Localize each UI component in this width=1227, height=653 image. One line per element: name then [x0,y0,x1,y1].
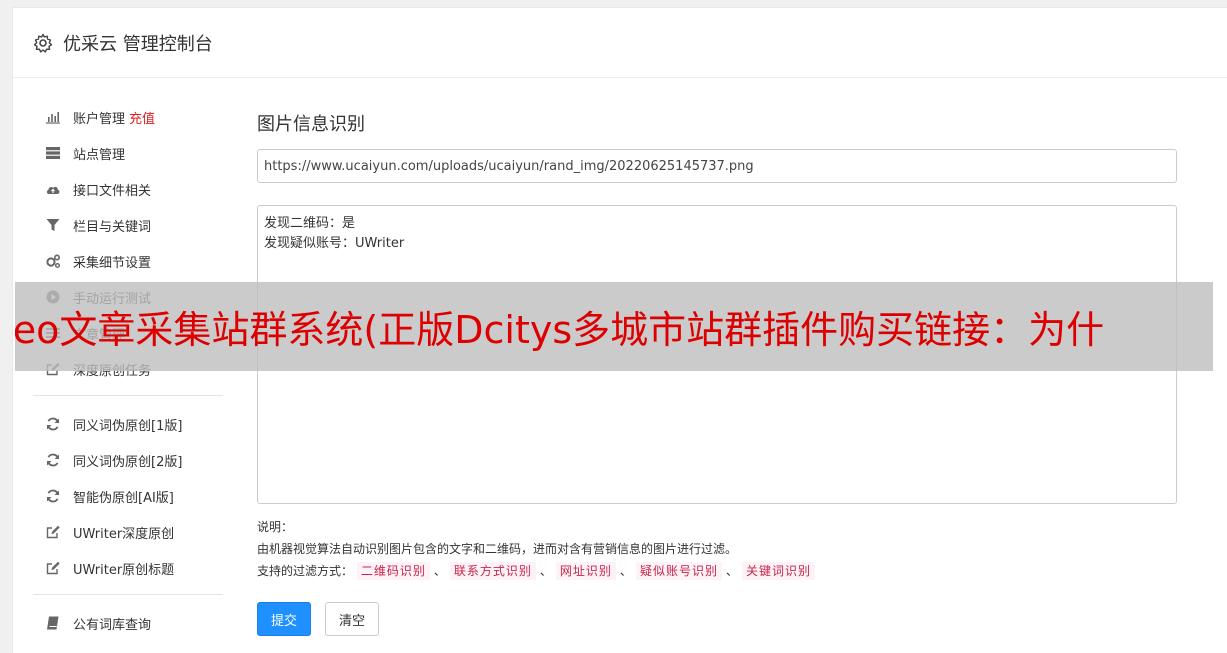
sidebar-item-ai-group2-2[interactable]: 智能伪原创[AI版] [13,478,235,514]
sidebar-item-1-group2-0[interactable]: 同义词伪原创[1版] [13,406,235,442]
sidebar-divider [33,594,223,595]
sidebar-item-label: 接口文件相关 [73,183,152,199]
button-row: 提交 清空 [257,602,1177,636]
book-icon [44,614,62,632]
watermark-text: seo文章采集站群系统(正版Dcitys多城市站群插件购买链接：为什 [15,308,1105,352]
submit-button[interactable]: 提交 [257,602,311,636]
filter-tag: 二维码识别 [356,562,430,580]
sidebar-group-rewrite: 同义词伪原创[1版] 同义词伪原创[2版] 智能伪原创[AI版] UWriter深度原… [13,406,235,586]
sidebar-item-uwriter-group2-3[interactable]: UWriter深度原创 [13,514,235,550]
watermark-banner: seo文章采集站群系统(正版Dcitys多城市站群插件购买链接：为什 [15,282,1213,371]
sidebar-item-label: UWriter原创标题 [73,562,175,578]
console-header: 优采云 管理控制台 [13,8,1227,78]
result-line: 发现二维码：是 [264,216,356,231]
image-url-input[interactable] [257,149,1177,183]
sidebar-item-group1-2[interactable]: 接口文件相关 [13,171,235,207]
filter-tag: 疑似账号识别 [635,562,722,580]
notes-description: 由机器视觉算法自动识别图片包含的文字和二维码，进而对含有营销信息的图片进行过滤。 [257,542,738,556]
sidebar-divider [33,395,223,396]
sidebar-item-group3-0[interactable]: 公有词库查询 [13,605,235,641]
refresh-icon [44,451,62,469]
filter-label: 支持的过滤方式： [257,564,354,578]
notes: 说明： 由机器视觉算法自动识别图片包含的文字和二维码，进而对含有营销信息的图片进… [257,516,1177,582]
filter-separator: 、 [539,564,552,578]
sidebar-item-2-group2-1[interactable]: 同义词伪原创[2版] [13,442,235,478]
sidebar-item-label: 采集细节设置 [73,255,152,271]
bar-chart-icon [44,108,62,126]
refresh-icon [44,415,62,433]
edit-icon [44,523,62,541]
sidebar-item-label: 公有词库查询 [73,617,152,633]
sidebar-item-label: 账户管理 [73,111,126,127]
refresh-icon [44,487,62,505]
clear-button[interactable]: 清空 [325,602,379,636]
sidebar-item-label: 同义词伪原创[2版] [73,454,183,470]
server-icon [44,144,62,162]
section-title: 图片信息识别 [257,114,365,135]
notes-heading: 说明： [257,520,294,534]
gear-icon [33,33,53,53]
sidebar-item-group1-1[interactable]: 站点管理 [13,135,235,171]
sidebar-item-group1-3[interactable]: 栏目与关键词 [13,207,235,243]
filter-separator: 、 [725,564,738,578]
sidebar-item-label: 智能伪原创[AI版] [73,490,174,506]
sidebar-item-group1-0[interactable]: 账户管理 充值 [13,99,235,135]
sidebar-item-label: 站点管理 [73,147,126,163]
sidebar-group-dict: 公有词库查询 [13,605,235,641]
filter-tag: 关键词识别 [741,562,815,580]
gears-icon [44,252,62,270]
edit-icon [44,559,62,577]
filter-separator: 、 [619,564,632,578]
filter-methods: 支持的过滤方式： 二维码识别、联系方式识别、网址识别、疑似账号识别、关键词识别 [257,560,1177,582]
filter-tag: 联系方式识别 [449,562,536,580]
sidebar-item-label: UWriter深度原创 [73,526,175,542]
cloud-upload-icon [44,180,62,198]
filter-icon [44,216,62,234]
sidebar-item-group1-4[interactable]: 采集细节设置 [13,243,235,279]
recharge-link[interactable]: 充值 [129,108,155,127]
filter-separator: 、 [433,564,446,578]
result-line: 发现疑似账号：UWriter [264,236,405,251]
sidebar-item-label: 同义词伪原创[1版] [73,418,183,434]
filter-tag: 网址识别 [555,562,616,580]
page-title: 优采云 管理控制台 [63,33,213,55]
sidebar-item-label: 栏目与关键词 [73,219,152,235]
sidebar-item-uwriter-group2-4[interactable]: UWriter原创标题 [13,550,235,586]
